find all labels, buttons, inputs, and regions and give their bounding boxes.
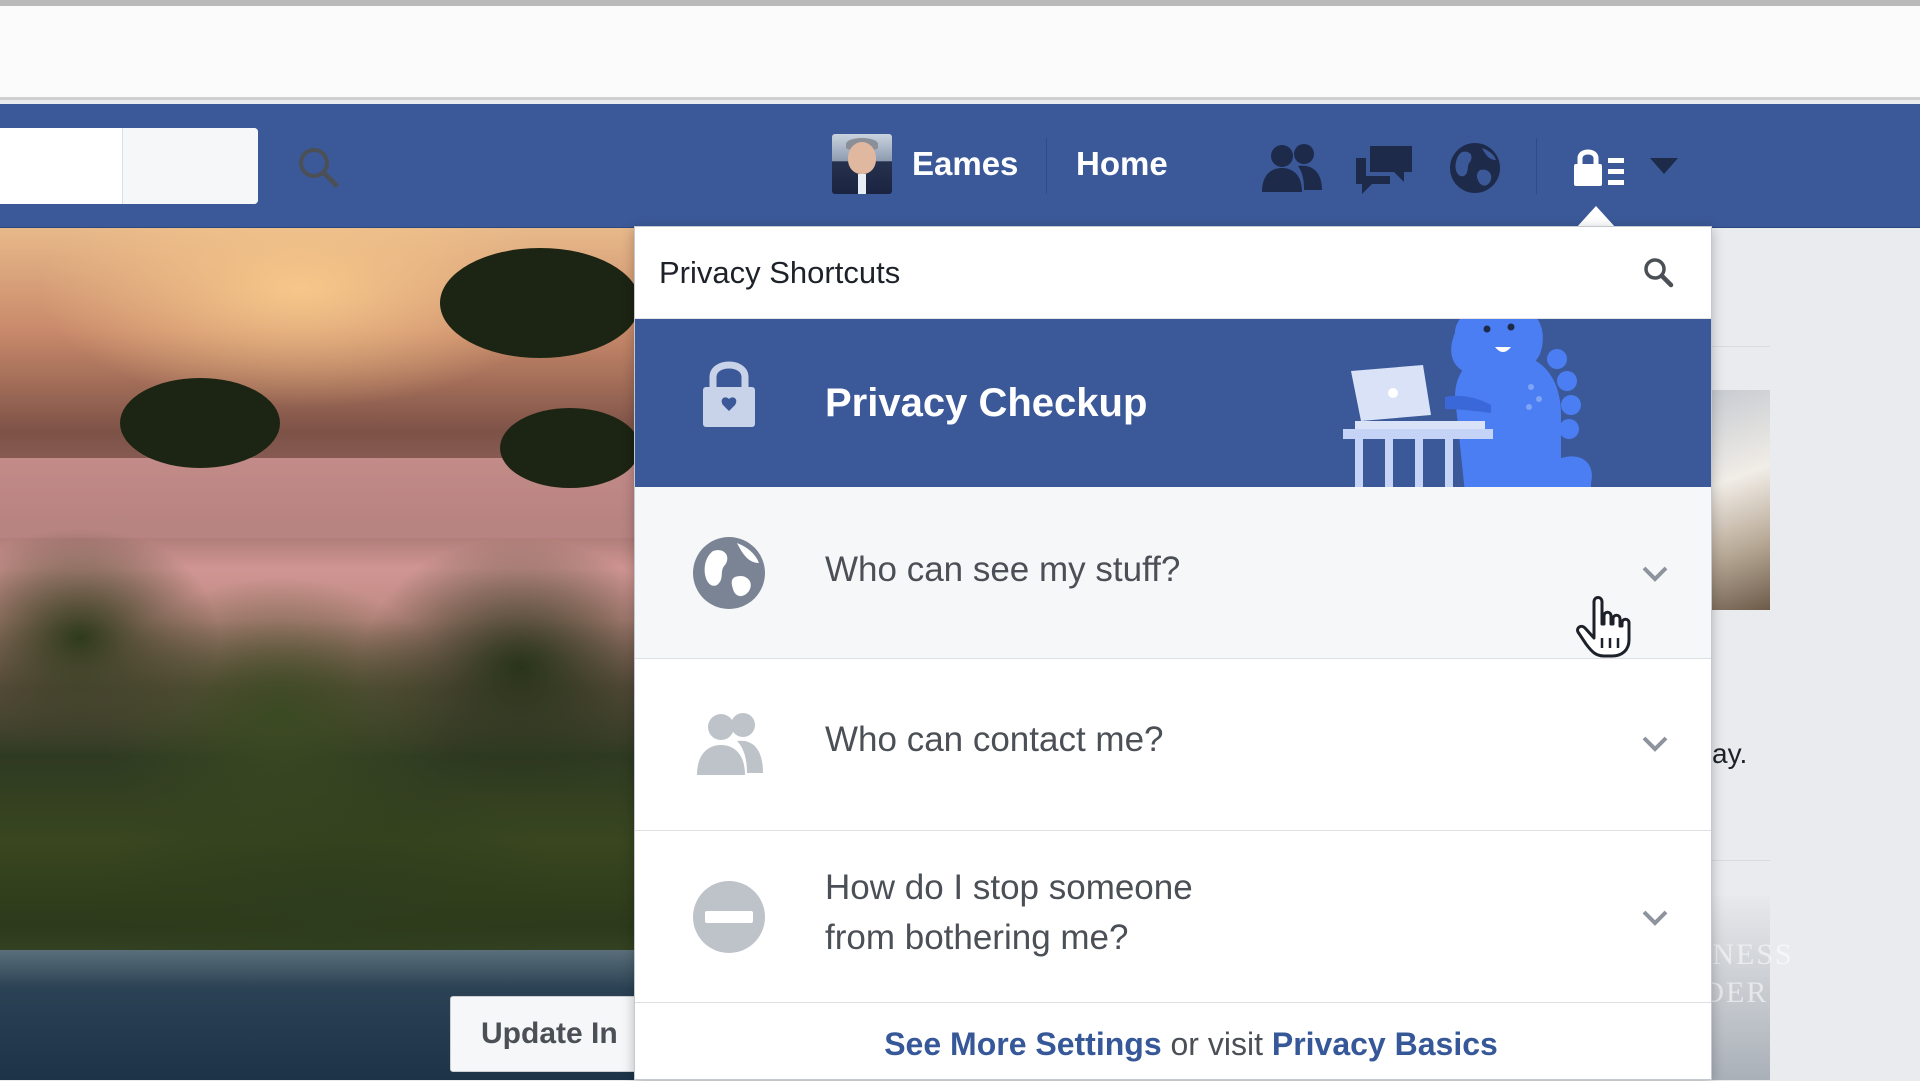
privacy-shortcuts-icon[interactable] (1568, 140, 1638, 196)
search-button[interactable] (122, 128, 339, 204)
privacy-shortcuts-menu: Privacy Shortcuts Privacy Checkup Who ca… (634, 226, 1712, 1080)
profile-avatar[interactable] (832, 134, 892, 194)
lock-icon (703, 361, 755, 427)
feed-photo-thumbnail[interactable] (1712, 390, 1770, 610)
who-can-see-my-stuff-item[interactable]: Who can see my stuff? (635, 487, 1711, 659)
cover-photo-palm (440, 248, 640, 358)
divider (1712, 346, 1770, 347)
avatar-shirt (858, 174, 866, 194)
chevron-down-icon[interactable] (1641, 909, 1669, 927)
browser-chrome (0, 0, 1920, 100)
item-label: from bothering me? (825, 918, 1129, 957)
stop-someone-bothering-item[interactable]: How do I stop someone from bothering me? (635, 831, 1711, 1003)
top-navigation-bar: Eames Home (0, 104, 1920, 228)
nav-divider (1046, 138, 1047, 194)
friend-requests-icon[interactable] (1258, 140, 1328, 196)
search-input[interactable] (0, 128, 339, 204)
footer-connector-text: or visit (1161, 1026, 1272, 1062)
dinosaur-mascot-illustration (1343, 319, 1592, 487)
menu-footer: See More Settings or visit Privacy Basic… (635, 1007, 1711, 1081)
chevron-down-icon[interactable] (1641, 735, 1669, 753)
people-icon (697, 713, 763, 775)
cover-photo (0, 228, 640, 1080)
search-icon[interactable] (1641, 255, 1675, 289)
cover-photo-trees (0, 518, 640, 998)
search-icon (299, 148, 339, 188)
privacy-checkup-label: Privacy Checkup (825, 381, 1148, 425)
block-icon (693, 881, 765, 953)
menu-header: Privacy Shortcuts (635, 227, 1711, 319)
update-info-button[interactable]: Update In (450, 996, 650, 1072)
home-link[interactable]: Home (1076, 144, 1168, 184)
see-more-settings-link[interactable]: See More Settings (884, 1026, 1161, 1062)
dropdown-pointer (1576, 206, 1616, 228)
nav-divider (1536, 138, 1537, 194)
profile-name-link[interactable]: Eames (912, 144, 1018, 184)
notifications-globe-icon[interactable] (1440, 140, 1510, 196)
item-label: How do I stop someone (825, 868, 1193, 907)
chevron-down-icon[interactable] (1641, 565, 1669, 583)
globe-icon (693, 537, 765, 609)
avatar-face (848, 142, 876, 174)
cover-photo-palm (500, 408, 640, 488)
cover-photo-palm (120, 378, 280, 468)
item-label: Who can see my stuff? (825, 550, 1181, 589)
divider (1712, 860, 1770, 861)
account-caret-icon[interactable] (1648, 156, 1680, 176)
feed-text-snippet: ay. (1712, 738, 1748, 769)
who-can-contact-me-item[interactable]: Who can contact me? (635, 659, 1711, 831)
privacy-basics-link[interactable]: Privacy Basics (1272, 1026, 1498, 1062)
privacy-checkup-button[interactable]: Privacy Checkup (635, 319, 1711, 487)
item-label: Who can contact me? (825, 720, 1164, 759)
menu-title: Privacy Shortcuts (659, 255, 901, 290)
messages-icon[interactable] (1350, 140, 1420, 196)
hand-cursor-icon (1576, 596, 1631, 658)
